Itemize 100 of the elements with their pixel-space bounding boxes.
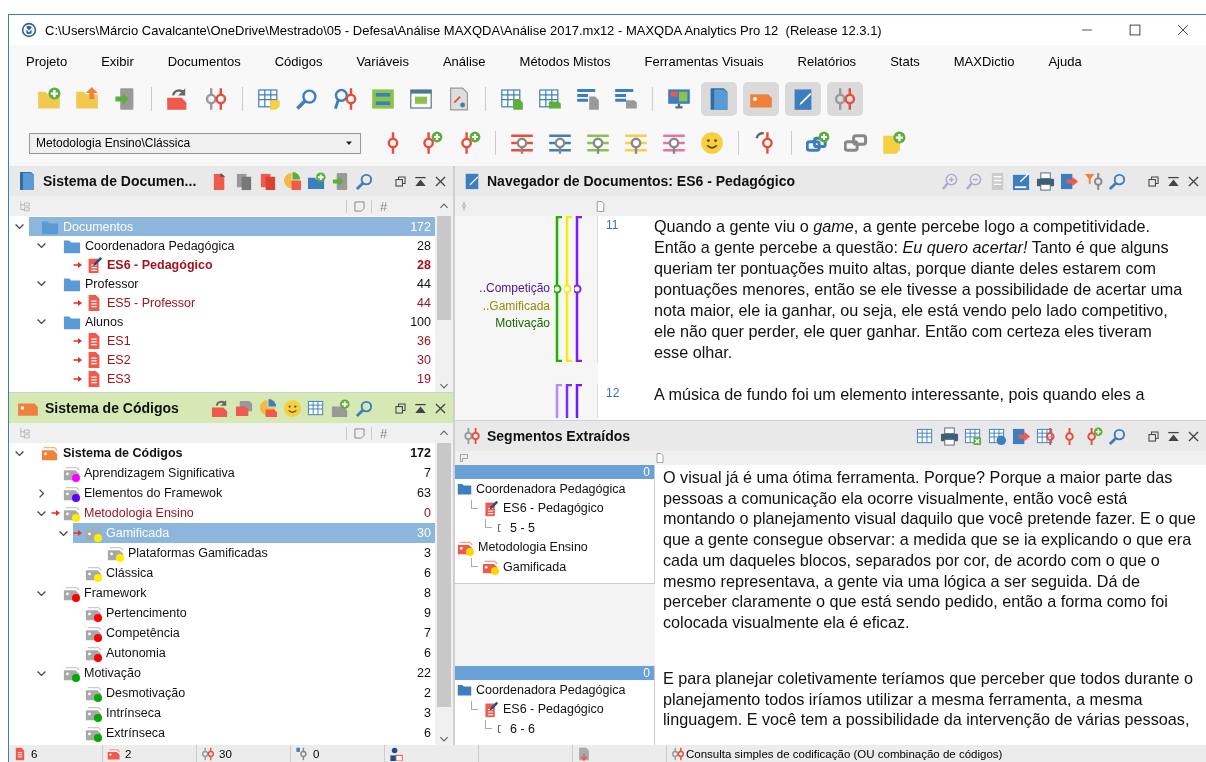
report-icon[interactable] [447,87,471,111]
pie-document-icon[interactable] [283,171,302,191]
search-icon[interactable] [295,87,319,111]
close-icon[interactable] [1187,429,1200,443]
tree-item[interactable]: ES5 - Professor 44 [73,293,435,312]
export-icon[interactable] [1060,171,1079,191]
tree-item[interactable]: Professor 44 [51,274,435,293]
scrollbar[interactable] [435,443,453,745]
close-icon[interactable] [434,401,447,415]
close-icon[interactable] [434,174,447,188]
search-icon[interactable] [355,171,374,191]
tree-item[interactable]: ES1 36 [73,331,435,350]
tree-item[interactable]: Pertencimento 9 [73,603,435,623]
code-pins-icon[interactable] [204,87,228,111]
smiley-icon[interactable] [283,398,302,418]
menu-item[interactable]: Exibir [100,54,151,69]
link-icon[interactable] [844,131,868,155]
tree-item[interactable]: ES6 - Pedagógico 28 [73,255,435,274]
toggle-button[interactable] [785,82,821,116]
note-plus-icon[interactable] [882,131,906,155]
code-stripe[interactable] [574,216,583,362]
restore-icon[interactable] [394,174,407,188]
collapse-icon[interactable] [414,401,427,415]
menu-item[interactable]: Métodos Mistos [518,54,628,69]
tree-item[interactable]: Aprendizagem Significativa 7 [51,463,435,483]
collapse-icon[interactable] [1167,429,1180,443]
pie-tag-icon[interactable] [259,398,278,418]
code-stripe[interactable] [554,216,563,362]
table-web-icon[interactable] [988,426,1007,446]
code-stripe[interactable] [574,384,583,418]
code-stripe[interactable] [564,384,573,418]
scrollbar[interactable] [435,216,453,392]
collapse-icon[interactable] [414,174,427,188]
table-document-icon[interactable] [500,87,524,111]
smiley-icon[interactable] [700,131,724,155]
menu-item[interactable]: Análise [441,54,503,69]
layout-icon[interactable] [371,87,395,111]
menu-item[interactable]: Ferramentas Visuais [643,54,781,69]
tree-item[interactable]: Elementos do Framewok 63 [51,483,435,503]
folder-arrow-icon[interactable] [75,87,99,111]
close-icon[interactable] [1187,174,1200,188]
table-note-icon[interactable] [257,87,281,111]
tree-item[interactable]: Coordenadora Pedagógica 28 [51,236,435,255]
menu-item[interactable]: Projeto [25,54,85,69]
restore-icon[interactable] [1147,429,1160,443]
menu-item[interactable]: Variáveis [355,54,426,69]
tag-copy-icon[interactable] [235,398,254,418]
tag-plus-icon[interactable] [331,398,350,418]
tree-item[interactable]: Motivação 22 [51,663,435,683]
bars-document-icon[interactable] [576,87,600,111]
bars-tag-icon[interactable] [614,87,638,111]
export-icon[interactable] [1012,426,1031,446]
tree-item[interactable]: ES2 30 [73,350,435,369]
tree-item[interactable]: Competência 7 [73,623,435,643]
tree-item[interactable]: Intrínseca 3 [73,703,435,723]
maximize-icon[interactable] [1128,23,1142,37]
menu-item[interactable]: Códigos [273,54,340,69]
toggle-button[interactable] [827,82,863,116]
search-pin-icon[interactable] [333,87,357,111]
menu-item[interactable]: Documentos [166,54,258,69]
window-icon[interactable] [409,87,433,111]
restore-icon[interactable] [394,401,407,415]
menu-item[interactable]: Relatórios [796,54,874,69]
edit-icon[interactable] [1012,171,1031,191]
tree-item[interactable]: Autonomia 6 [73,643,435,663]
search-icon[interactable] [1108,426,1127,446]
monitor-icon[interactable] [667,87,691,111]
menu-item[interactable]: Ajuda [1047,54,1099,69]
link-plus-icon[interactable] [806,131,830,155]
menu-item[interactable]: Stats [889,54,937,69]
print-icon[interactable] [1036,171,1055,191]
toggle-button[interactable] [701,82,737,116]
restore-icon[interactable] [1147,174,1160,188]
code-dropdown[interactable]: Metodologia Ensino\Clássica [29,132,361,154]
tree-item[interactable]: Framework 8 [51,583,435,603]
documents-icon[interactable] [235,171,254,191]
print-icon[interactable] [940,426,959,446]
table-tag-icon[interactable] [538,87,562,111]
documents-stack-icon[interactable] [259,171,278,191]
tree-item[interactable]: Desmotivação 2 [73,683,435,703]
table-export-icon[interactable] [964,426,983,446]
search-icon[interactable] [355,398,374,418]
menu-item[interactable]: MAXDictio [952,54,1032,69]
tree-item[interactable]: Extrínseca 6 [73,723,435,743]
tag-arrow-icon[interactable] [211,398,230,418]
tree-item[interactable]: Clássica 6 [73,563,435,583]
tree-item[interactable]: Metodologia Ensino 0 [51,503,435,523]
document-arrow-icon[interactable] [331,171,350,191]
pin-plus-icon[interactable] [1084,426,1103,446]
table-pin-icon[interactable] [1036,426,1055,446]
collapse-icon[interactable] [1167,174,1180,188]
search-icon[interactable] [1108,171,1127,191]
toggle-button[interactable] [743,82,779,116]
filter-pin-icon[interactable] [1084,171,1103,191]
tree-item[interactable]: Sistema de Códigos 172 [29,443,435,463]
folder-new-icon[interactable] [307,171,326,191]
tree-item[interactable]: Plataformas Gamificadas 3 [95,543,435,563]
tree-item[interactable]: ES3 19 [73,369,435,388]
grid-icon[interactable] [916,426,935,446]
grid-icon[interactable] [307,398,326,418]
